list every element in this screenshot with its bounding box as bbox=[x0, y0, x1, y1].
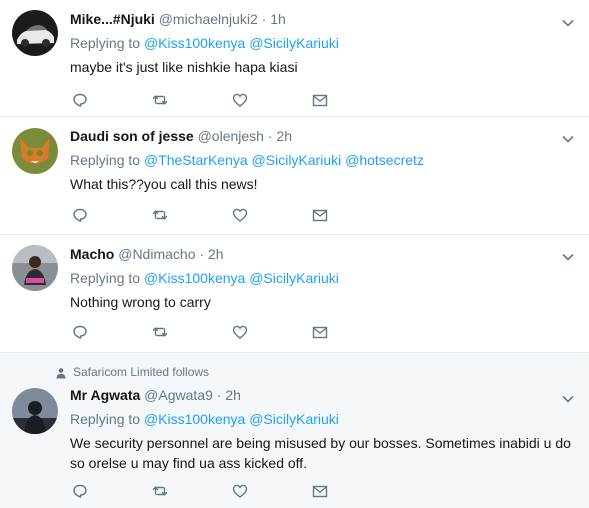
replying-to: Replying to @TheStarKenya @SicilyKariuki… bbox=[70, 150, 575, 170]
fox-avatar-icon bbox=[12, 128, 58, 174]
direct-message-button[interactable] bbox=[310, 205, 330, 225]
reply-button[interactable] bbox=[70, 322, 90, 342]
like-button[interactable] bbox=[230, 322, 250, 342]
user-handle[interactable]: @Ndimacho bbox=[118, 246, 195, 262]
timestamp[interactable]: 1h bbox=[270, 11, 286, 27]
replying-to: Replying to @Kiss100kenya @SicilyKariuki bbox=[70, 409, 575, 429]
direct-message-button[interactable] bbox=[310, 90, 330, 110]
mention-link[interactable]: @SicilyKariuki bbox=[249, 35, 339, 51]
envelope-icon bbox=[312, 94, 328, 107]
mention-link[interactable]: @Kiss100kenya bbox=[144, 270, 245, 286]
display-name[interactable]: Mike...#Njuki bbox=[70, 11, 155, 27]
separator: · bbox=[267, 128, 273, 144]
tweet-text-line: so orelse u may find ua ass kicked off. bbox=[70, 455, 308, 471]
reply-icon bbox=[73, 93, 87, 107]
car-avatar-icon bbox=[12, 10, 58, 56]
display-name[interactable]: Daudi son of jesse bbox=[70, 128, 194, 144]
mention-link[interactable]: @SicilyKariuki bbox=[249, 270, 339, 286]
tweet-2[interactable]: Daudi son of jesse @olenjesh · 2h Replyi… bbox=[0, 117, 589, 235]
tweet-header: Mr Agwata @Agwata9 · 2h bbox=[70, 385, 575, 405]
more-options-button[interactable] bbox=[561, 16, 575, 30]
mention-link[interactable]: @SicilyKariuki bbox=[252, 152, 342, 168]
direct-message-button[interactable] bbox=[310, 481, 330, 501]
user-handle[interactable]: @Agwata9 bbox=[144, 387, 213, 403]
heart-icon bbox=[232, 325, 248, 339]
replying-to-label: Replying to bbox=[70, 152, 141, 168]
tweet-text: maybe it's just like nishkie hapa kiasi bbox=[70, 59, 298, 75]
person-avatar-icon bbox=[12, 245, 58, 291]
display-name[interactable]: Macho bbox=[70, 246, 114, 262]
like-button[interactable] bbox=[230, 205, 250, 225]
replying-to: Replying to @Kiss100kenya @SicilyKariuki bbox=[70, 268, 575, 288]
retweet-button[interactable] bbox=[150, 205, 170, 225]
person-icon bbox=[56, 368, 66, 379]
avatar[interactable] bbox=[12, 128, 58, 174]
display-name[interactable]: Mr Agwata bbox=[70, 387, 140, 403]
social-context: Safaricom Limited follows bbox=[55, 364, 209, 380]
chevron-down-icon bbox=[562, 253, 574, 261]
retweet-button[interactable] bbox=[150, 481, 170, 501]
like-button[interactable] bbox=[230, 481, 250, 501]
chevron-down-icon bbox=[562, 395, 574, 403]
tweet-1[interactable]: Mike...#Njuki @michaelnjuki2 · 1h Replyi… bbox=[0, 0, 589, 117]
direct-message-button[interactable] bbox=[310, 322, 330, 342]
timestamp[interactable]: 2h bbox=[225, 387, 241, 403]
silhouette-avatar-icon bbox=[12, 388, 58, 434]
envelope-icon bbox=[312, 326, 328, 339]
retweet-icon bbox=[152, 486, 168, 496]
envelope-icon bbox=[312, 209, 328, 222]
more-options-button[interactable] bbox=[561, 392, 575, 406]
like-button[interactable] bbox=[230, 90, 250, 110]
reply-icon bbox=[73, 208, 87, 222]
retweet-icon bbox=[152, 210, 168, 220]
user-handle[interactable]: @olenjesh bbox=[198, 128, 264, 144]
reply-button[interactable] bbox=[70, 90, 90, 110]
replying-to-label: Replying to bbox=[70, 35, 141, 51]
timestamp[interactable]: 2h bbox=[208, 246, 224, 262]
tweet-header: Daudi son of jesse @olenjesh · 2h bbox=[70, 126, 575, 146]
retweet-icon bbox=[152, 95, 168, 105]
heart-icon bbox=[232, 93, 248, 107]
chevron-down-icon bbox=[562, 19, 574, 27]
separator: · bbox=[216, 387, 222, 403]
retweet-button[interactable] bbox=[150, 322, 170, 342]
mention-link[interactable]: @SicilyKariuki bbox=[249, 411, 339, 427]
mention-link[interactable]: @TheStarKenya bbox=[144, 152, 248, 168]
tweet-header: Macho @Ndimacho · 2h bbox=[70, 244, 575, 264]
tweet-text: What this??you call this news! bbox=[70, 176, 258, 192]
tweet-3[interactable]: Macho @Ndimacho · 2h Replying to @Kiss10… bbox=[0, 235, 589, 353]
heart-icon bbox=[232, 484, 248, 498]
social-context-text: Safaricom Limited follows bbox=[73, 365, 210, 379]
tweet-header: Mike...#Njuki @michaelnjuki2 · 1h bbox=[70, 9, 575, 29]
timestamp[interactable]: 2h bbox=[276, 128, 292, 144]
avatar[interactable] bbox=[12, 10, 58, 56]
avatar[interactable] bbox=[12, 388, 58, 434]
replying-to-label: Replying to bbox=[70, 270, 141, 286]
avatar[interactable] bbox=[12, 245, 58, 291]
reply-icon bbox=[73, 325, 87, 339]
tweet-text: We security personnel are being misused … bbox=[70, 433, 575, 473]
tweet-4[interactable]: Safaricom Limited follows Mr Agwata @Agw… bbox=[0, 353, 589, 508]
more-options-button[interactable] bbox=[561, 132, 575, 146]
tweet-text-line: We security personnel are being misused … bbox=[70, 435, 571, 451]
chevron-down-icon bbox=[562, 135, 574, 143]
mention-link[interactable]: @hotsecretz bbox=[345, 152, 424, 168]
user-handle[interactable]: @michaelnjuki2 bbox=[159, 11, 258, 27]
mention-link[interactable]: @Kiss100kenya bbox=[144, 35, 245, 51]
separator: · bbox=[199, 246, 205, 262]
replying-to: Replying to @Kiss100kenya @SicilyKariuki bbox=[70, 33, 575, 53]
mention-link[interactable]: @Kiss100kenya bbox=[144, 411, 245, 427]
separator: · bbox=[261, 11, 267, 27]
tweet-text: Nothing wrong to carry bbox=[70, 294, 211, 310]
retweet-button[interactable] bbox=[150, 90, 170, 110]
more-options-button[interactable] bbox=[561, 250, 575, 264]
reply-icon bbox=[73, 484, 87, 498]
reply-button[interactable] bbox=[70, 205, 90, 225]
reply-button[interactable] bbox=[70, 481, 90, 501]
retweet-icon bbox=[152, 327, 168, 337]
heart-icon bbox=[232, 208, 248, 222]
envelope-icon bbox=[312, 485, 328, 498]
replying-to-label: Replying to bbox=[70, 411, 141, 427]
